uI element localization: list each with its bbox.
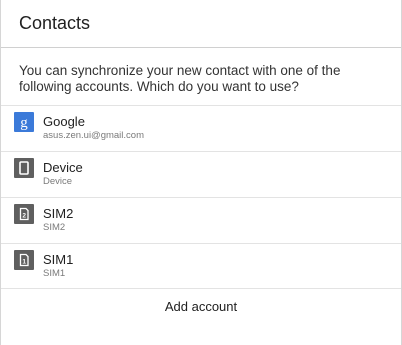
svg-text:2: 2	[22, 212, 26, 219]
device-icon	[14, 158, 34, 178]
svg-text:1: 1	[22, 258, 26, 265]
dialog-title: Contacts	[1, 0, 401, 48]
dialog-message: You can synchronize your new contact wit…	[19, 63, 341, 94]
svg-text:g: g	[20, 115, 28, 131]
sim2-icon: 2	[14, 204, 34, 224]
sim1-icon: 1	[14, 250, 34, 270]
account-detail: Device	[43, 176, 73, 187]
account-name: SIM2	[43, 206, 74, 221]
account-item-sim2[interactable]: 2 SIM2 SIM2	[1, 197, 401, 243]
account-list: g Google asus.zen.ui@gmail.com Device De…	[1, 105, 401, 289]
google-icon: g	[14, 112, 34, 132]
account-name: Device	[43, 160, 83, 175]
account-item-device[interactable]: Device Device	[1, 151, 401, 197]
account-item-sim1[interactable]: 1 SIM1 SIM1	[1, 243, 401, 289]
account-item-google[interactable]: g Google asus.zen.ui@gmail.com	[1, 105, 401, 151]
account-detail: SIM2	[43, 222, 66, 233]
add-account-button[interactable]: Add account	[1, 289, 401, 323]
account-name: SIM1	[43, 252, 74, 267]
account-name: Google	[43, 114, 85, 129]
account-detail: asus.zen.ui@gmail.com	[43, 130, 144, 141]
contacts-dialog: Contacts You can synchronize your new co…	[0, 0, 402, 345]
account-detail: SIM1	[43, 268, 66, 279]
